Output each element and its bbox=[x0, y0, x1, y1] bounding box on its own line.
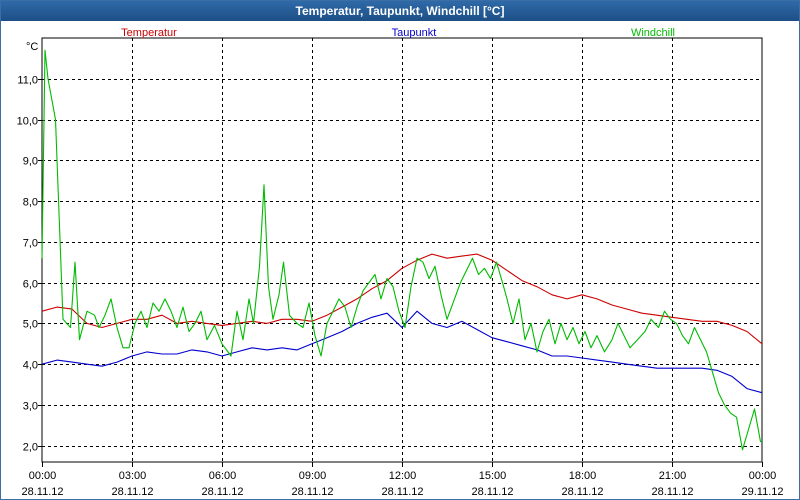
y-axis-unit-label: °C bbox=[26, 41, 38, 53]
x-tick-time-label: 12:00 bbox=[389, 470, 417, 482]
x-tick-date-label: 28.11.12 bbox=[21, 486, 63, 498]
y-tick-label: 10,0 bbox=[17, 116, 38, 128]
y-tick-label: 8,0 bbox=[23, 197, 38, 209]
x-tick-date-label: 29.11.12 bbox=[741, 486, 783, 498]
y-tick-label: 2,0 bbox=[23, 442, 38, 454]
x-tick-time-label: 15:00 bbox=[479, 470, 507, 482]
x-tick-time-label: 18:00 bbox=[569, 470, 597, 482]
x-tick-date-label: 28.11.12 bbox=[561, 486, 603, 498]
x-tick-time-label: 06:00 bbox=[209, 470, 237, 482]
y-tick-label: 4,0 bbox=[23, 360, 38, 372]
window-title: Temperatur, Taupunkt, Windchill [°C] bbox=[1, 1, 799, 21]
x-tick-time-label: 21:00 bbox=[659, 470, 687, 482]
x-tick-time-label: 09:00 bbox=[299, 470, 327, 482]
y-tick-label: 9,0 bbox=[23, 156, 38, 168]
chart-window: Temperatur, Taupunkt, Windchill [°C] 2,0… bbox=[0, 0, 800, 500]
x-tick-time-label: 00:00 bbox=[749, 470, 777, 482]
y-tick-label: 5,0 bbox=[23, 319, 38, 331]
y-tick-label: 3,0 bbox=[23, 401, 38, 413]
x-tick-time-label: 00:00 bbox=[29, 470, 57, 482]
x-tick-time-label: 03:00 bbox=[119, 470, 147, 482]
x-tick-date-label: 28.11.12 bbox=[381, 486, 423, 498]
y-tick-label: 7,0 bbox=[23, 238, 38, 250]
legend-entry-windchill: Windchill bbox=[631, 27, 675, 39]
x-tick-date-label: 28.11.12 bbox=[471, 486, 513, 498]
x-tick-date-label: 28.11.12 bbox=[291, 486, 333, 498]
y-tick-label: 11,0 bbox=[17, 75, 38, 87]
legend-entry-taupunkt: Taupunkt bbox=[392, 27, 437, 39]
temperature-chart: 2,0 3,0 4,0 5,0 6,0 7,0 8,0 9,0 10,0 11,0 00:00 28.… bbox=[17, 27, 784, 498]
legend-entry-temperatur: Temperatur bbox=[121, 27, 177, 39]
x-tick-date-label: 28.11.12 bbox=[111, 486, 153, 498]
x-tick-date-label: 28.11.12 bbox=[651, 486, 693, 498]
x-tick-date-label: 28.11.12 bbox=[201, 486, 243, 498]
y-tick-label: 6,0 bbox=[23, 279, 38, 291]
